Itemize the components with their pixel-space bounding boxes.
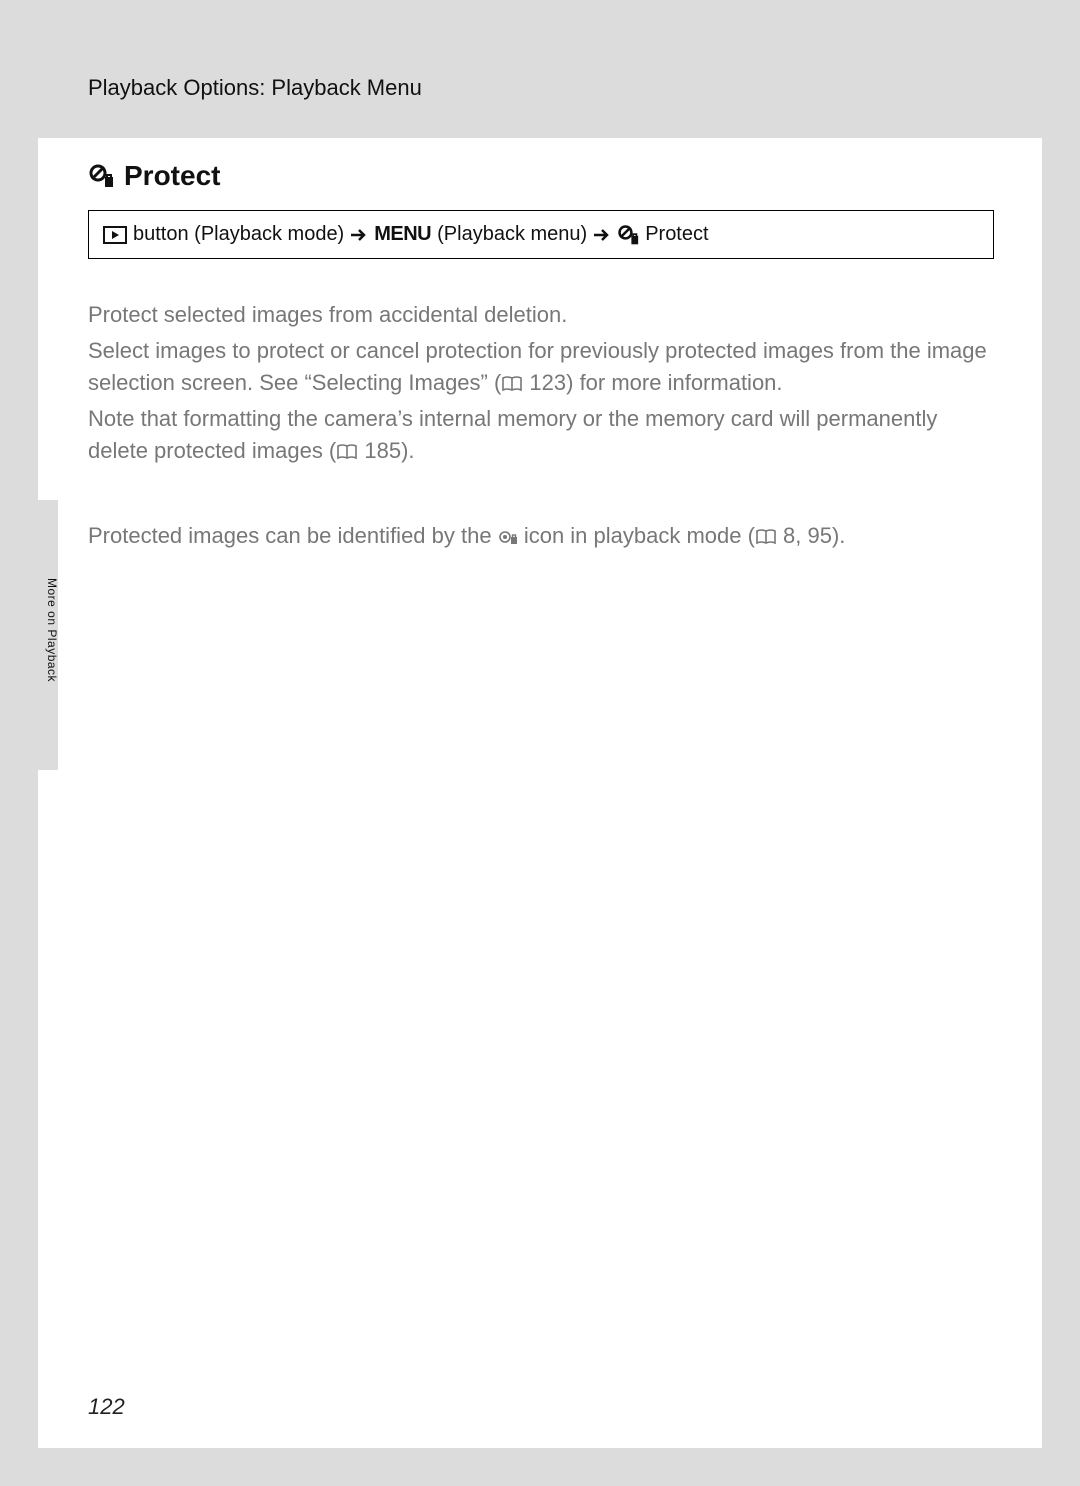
protect-icon	[617, 224, 639, 246]
paragraph-4: Protected images can be identified by th…	[88, 520, 994, 552]
playback-button-icon	[103, 226, 127, 244]
arrow-icon	[593, 228, 611, 242]
menu-label: MENU	[374, 223, 431, 246]
paragraph-3: Note that formatting the camera’s intern…	[88, 403, 994, 467]
section-title-row: Protect	[88, 160, 994, 192]
manual-page: Playback Options: Playback Menu Protect	[38, 38, 1042, 1448]
nav-text-1: button (Playback mode)	[133, 223, 344, 246]
book-icon	[501, 376, 523, 392]
protect-status-icon	[498, 529, 518, 545]
breadcrumb: Playback Options: Playback Menu	[88, 75, 422, 101]
text-fragment: Note that formatting the camera’s intern…	[88, 406, 937, 463]
text-fragment: 185).	[358, 438, 414, 463]
section-title: Protect	[124, 160, 220, 192]
arrow-icon	[350, 228, 368, 242]
body-text: Protect selected images from accidental …	[88, 299, 994, 552]
protect-icon	[88, 163, 114, 189]
side-tab-label: More on Playback	[45, 578, 59, 682]
text-fragment: 123) for more information.	[523, 370, 782, 395]
paragraph-2: Select images to protect or cancel prote…	[88, 335, 994, 399]
book-icon	[336, 444, 358, 460]
nav-text-2: (Playback menu)	[437, 223, 587, 246]
page-number: 122	[88, 1394, 125, 1420]
nav-text-3: Protect	[645, 223, 708, 246]
text-fragment: icon in playback mode (	[518, 523, 755, 548]
navigation-path-box: button (Playback mode) MENU (Playback me…	[88, 210, 994, 259]
header-band: Playback Options: Playback Menu	[38, 38, 1042, 138]
text-fragment: 8, 95).	[777, 523, 845, 548]
content-area: Protect button (Playback mode) MENU (Pla…	[88, 138, 994, 556]
text-fragment: Protected images can be identified by th…	[88, 523, 498, 548]
book-icon	[755, 529, 777, 545]
paragraph-1: Protect selected images from accidental …	[88, 299, 994, 331]
